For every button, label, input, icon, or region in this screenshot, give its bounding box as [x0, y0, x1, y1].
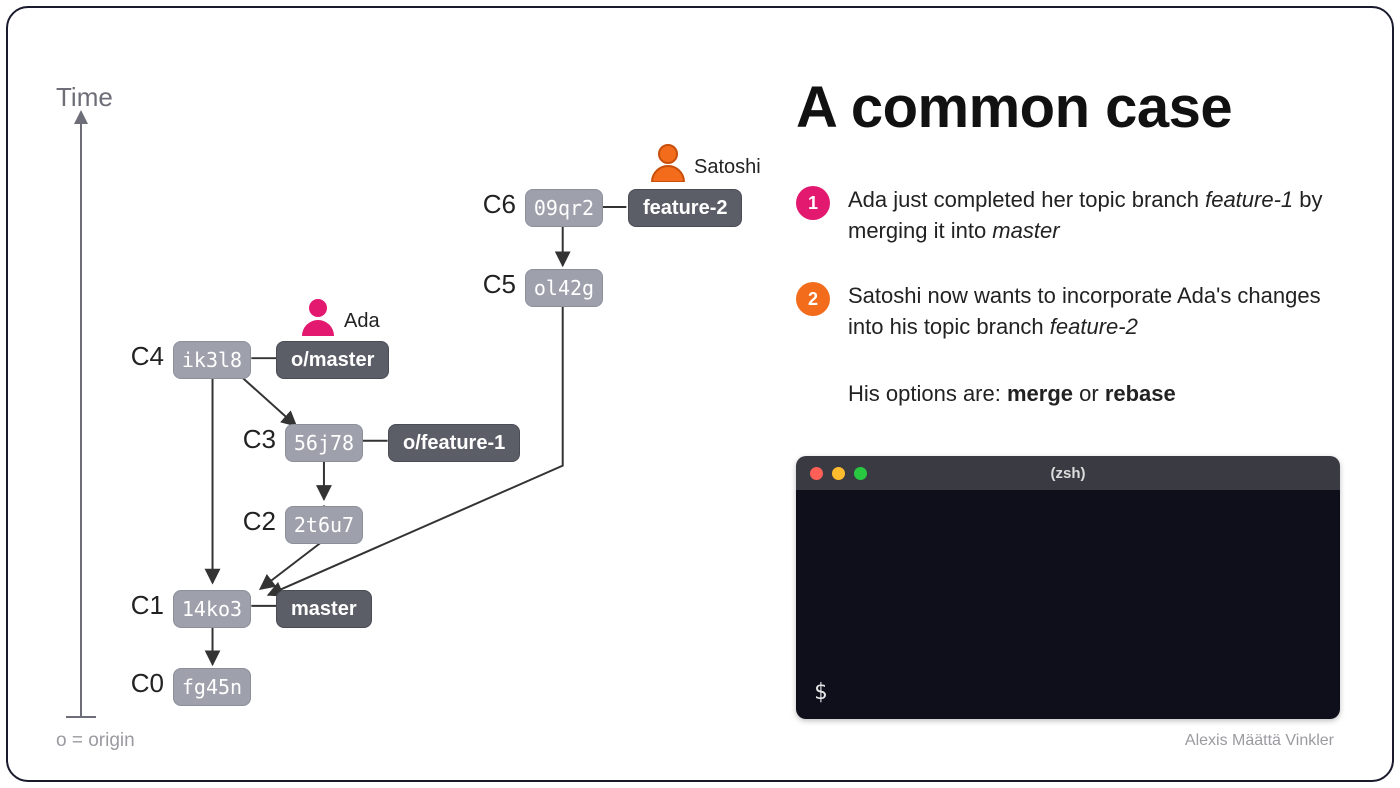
commit-label-c2: C2 — [232, 506, 276, 537]
step-badge-2: 2 — [796, 282, 830, 316]
branch-master: master — [276, 590, 372, 628]
author-credit: Alexis Määttä Vinkler — [1185, 732, 1334, 750]
user-label-ada: Ada — [344, 310, 380, 333]
step-2: 2 Satoshi now wants to incorporate Ada's… — [796, 280, 1356, 342]
commit-label-c4: C4 — [120, 341, 164, 372]
user-icon-satoshi — [648, 142, 688, 182]
terminal-title: (zsh) — [796, 465, 1340, 482]
step-1: 1 Ada just completed her topic branch fe… — [796, 184, 1356, 246]
slide-title: A common case — [796, 74, 1232, 141]
commit-label-c1: C1 — [120, 590, 164, 621]
time-axis-label: Time — [56, 82, 113, 113]
commit-c3: 56j78 — [285, 424, 363, 462]
commit-c4: ik3l8 — [173, 341, 251, 379]
step-1-text: Ada just completed her topic branch feat… — [848, 184, 1356, 246]
commit-c2: 2t6u7 — [285, 506, 363, 544]
user-icon-ada — [298, 296, 338, 336]
commit-c0: fg45n — [173, 668, 251, 706]
step-2-text: Satoshi now wants to incorporate Ada's c… — [848, 280, 1356, 342]
terminal-body[interactable]: $ — [796, 490, 1340, 719]
terminal-prompt: $ — [814, 680, 827, 719]
origin-legend: o = origin — [56, 730, 135, 752]
commit-label-c6: C6 — [472, 189, 516, 220]
commit-label-c0: C0 — [120, 668, 164, 699]
commit-c5: ol42g — [525, 269, 603, 307]
terminal-window: (zsh) $ — [796, 456, 1340, 719]
branch-feature-2: feature-2 — [628, 189, 742, 227]
user-label-satoshi: Satoshi — [694, 156, 761, 179]
axis-baseline — [66, 716, 96, 718]
terminal-titlebar: (zsh) — [796, 456, 1340, 490]
commit-c6: 09qr2 — [525, 189, 603, 227]
commit-label-c3: C3 — [232, 424, 276, 455]
branch-o-feature-1: o/feature-1 — [388, 424, 520, 462]
step-3-text: His options are: merge or rebase — [848, 378, 1176, 409]
axis-line — [80, 116, 82, 718]
branch-o-master: o/master — [276, 341, 389, 379]
commit-c1: 14ko3 — [173, 590, 251, 628]
step-3: His options are: merge or rebase — [848, 378, 1356, 409]
commit-label-c5: C5 — [472, 269, 516, 300]
step-badge-1: 1 — [796, 186, 830, 220]
